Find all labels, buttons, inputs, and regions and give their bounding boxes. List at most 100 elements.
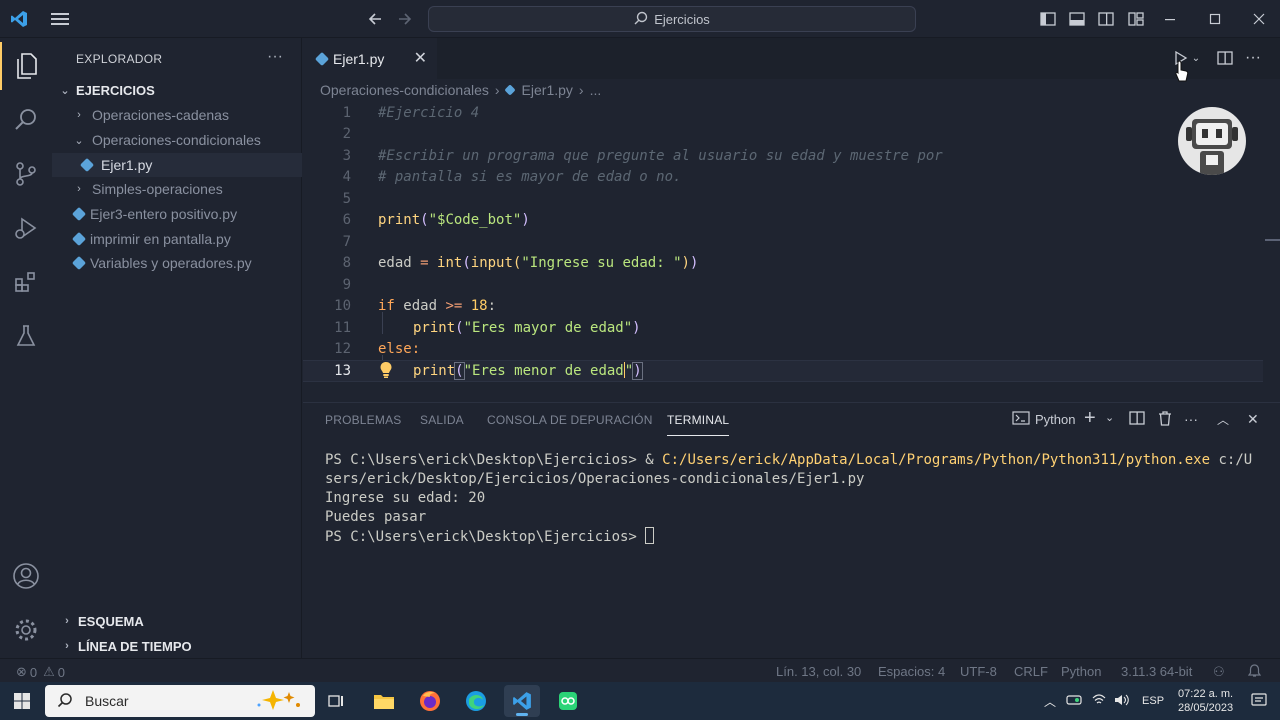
terminal-output[interactable]: PS C:\Users\erick\Desktop\Ejercicios> & … [325,451,1252,547]
toggle-panel-icon[interactable] [1067,9,1087,29]
close-tab-icon[interactable]: ✕ [414,48,427,68]
tab-problemas[interactable]: PROBLEMAS [325,413,402,427]
sidebar-item-ejer3[interactable]: Ejer3-entero positivo.py [52,202,302,226]
section-timeline[interactable]: › LÍNEA DE TIEMPO [52,634,302,658]
panel-more-actions-icon[interactable]: ··· [1184,411,1198,427]
tab-consola-depuracion[interactable]: CONSOLA DE DEPURACIÓN [487,413,653,427]
sidebar-item-simples-operaciones[interactable]: › Simples-operaciones [52,177,302,201]
trash-icon[interactable] [1158,411,1172,426]
run-dropdown-chevron-icon[interactable]: ⌄ [1189,48,1203,68]
close-window-icon[interactable] [1249,9,1269,29]
customize-layout-icon[interactable] [1126,9,1146,29]
lightbulb-icon[interactable] [379,361,393,383]
windows-taskbar: Buscar ︿ ESP 07:22 a. m. 28/05/2023 [0,682,1280,720]
line-number: 12 [334,341,351,358]
menu-icon[interactable] [48,8,72,30]
chevron-right-icon: › [77,183,81,195]
testing-flask-icon[interactable] [0,312,52,360]
editor-more-actions-icon[interactable]: ··· [1243,48,1263,68]
tab-ejer1[interactable]: Ejer1.py ✕ [303,38,437,79]
problems-status[interactable]: ⊗ 0 ⚠ 0 [16,664,65,680]
split-editor-icon[interactable] [1215,48,1235,68]
line-number: 10 [334,298,351,315]
windows-search-box[interactable]: Buscar [45,685,315,717]
sidebar-item-operaciones-cadenas[interactable]: › Operaciones-cadenas [52,103,302,127]
editor-tab-bar: Ejer1.py ✕ ⌄ ··· [303,38,1280,79]
clock[interactable]: 07:22 a. m. 28/05/2023 [1178,687,1233,715]
search-icon[interactable] [0,96,52,144]
breadcrumb-folder[interactable]: Operaciones-condicionales [320,82,489,98]
terminal-command-arg: c:/U [1210,452,1253,468]
extensions-icon[interactable] [0,258,52,306]
sidebar-item-ejer1[interactable]: Ejer1.py [52,153,302,177]
run-debug-icon[interactable] [0,204,52,252]
network-vpn-icon[interactable] [1066,694,1082,709]
tab-salida[interactable]: SALIDA [420,413,464,427]
command-center-search[interactable]: Ejercicios [428,6,916,32]
notifications-bell-icon[interactable] [1247,664,1262,681]
clock-date: 28/05/2023 [1178,702,1234,714]
split-terminal-icon[interactable] [1129,411,1145,425]
source-control-icon[interactable] [0,150,52,198]
back-arrow-icon[interactable] [364,8,386,30]
code-editor[interactable]: 1 #Ejercicio 4 2 3 #Escribir un programa… [303,102,1280,402]
feedback-icon[interactable]: ⚇ [1213,664,1225,680]
line-number: 8 [342,255,351,272]
file-explorer-icon[interactable] [366,685,402,717]
maximize-panel-chevron-up-icon[interactable]: ︿ [1217,411,1229,428]
language-mode[interactable]: Python [1061,664,1101,679]
account-icon[interactable] [0,552,52,600]
terminal-dropdown-chevron-icon[interactable]: ⌄ [1105,411,1114,424]
forward-arrow-icon[interactable] [394,8,416,30]
python-file-icon [314,51,330,66]
firefox-icon[interactable] [412,685,448,717]
indentation-status[interactable]: Espacios: 4 [878,664,945,679]
chevron-right-icon: › [77,109,81,121]
sidebar-item-variables[interactable]: Variables y operadores.py [52,251,302,275]
chevron-down-icon: ⌄ [60,84,70,97]
code-line-8: 8 edad = int(input("Ingrese su edad: ")) [303,253,1263,275]
sidebar-item-operaciones-condicionales[interactable]: ⌄ Operaciones-condicionales [52,128,302,152]
breadcrumb-file[interactable]: Ejer1.py [522,82,573,98]
terminal-profile[interactable]: Python [1012,411,1075,428]
snipping-tool-icon[interactable] [550,685,586,717]
close-panel-icon[interactable]: ✕ [1247,411,1259,428]
sidebar-item-imprimir[interactable]: imprimir en pantalla.py [52,227,302,251]
task-view-icon[interactable] [318,685,354,717]
tab-terminal[interactable]: TERMINAL [667,413,730,436]
volume-icon[interactable] [1114,694,1130,709]
section-esquema[interactable]: › ESQUEMA [52,609,302,633]
wifi-icon[interactable] [1092,693,1106,709]
python-interpreter[interactable]: 3.11.3 64-bit [1121,664,1192,679]
code-text: edad = int(input("Ingrese su edad: ")) [378,255,699,272]
more-actions-icon[interactable]: ··· [267,48,283,66]
folder-root-label: EJERCICIOS [76,82,155,98]
input-language[interactable]: ESP [1142,695,1164,707]
windows-start-icon[interactable] [4,685,40,717]
edge-icon[interactable] [458,685,494,717]
explorer-icon[interactable] [0,42,52,90]
terminal-line: Ingrese su edad: 20 [325,490,486,506]
terminal-line: Puedes pasar [325,509,427,525]
folder-root[interactable]: ⌄ EJERCICIOS [52,78,302,102]
notification-center-icon[interactable] [1251,692,1267,711]
maximize-icon[interactable] [1205,9,1225,29]
sidebar-title: EXPLORADOR [76,52,163,66]
toggle-primary-sidebar-icon[interactable] [1038,9,1058,29]
vscode-taskbar-icon[interactable] [504,685,540,717]
show-hidden-icons-chevron-icon[interactable]: ︿ [1044,693,1056,710]
token-function: print [413,319,456,336]
eol-status[interactable]: CRLF [1014,664,1048,679]
breadcrumb: Operaciones-condicionales › Ejer1.py › .… [320,82,601,98]
minimize-icon[interactable] [1160,9,1180,29]
breadcrumb-symbol[interactable]: ... [590,82,602,98]
toggle-secondary-sidebar-icon[interactable] [1096,9,1116,29]
settings-gear-icon[interactable] [0,606,52,654]
cursor-position[interactable]: Lín. 13, col. 30 [776,664,861,679]
token-punctuation: : [487,298,497,315]
terminal-prompt: PS C:\Users\erick\Desktop\Ejercicios> [325,529,646,545]
code-line-10: 10 if edad >= 18: [303,296,1263,318]
encoding-status[interactable]: UTF-8 [960,664,997,679]
new-terminal-plus-icon[interactable]: + [1084,407,1096,430]
line-number: 2 [342,126,351,143]
